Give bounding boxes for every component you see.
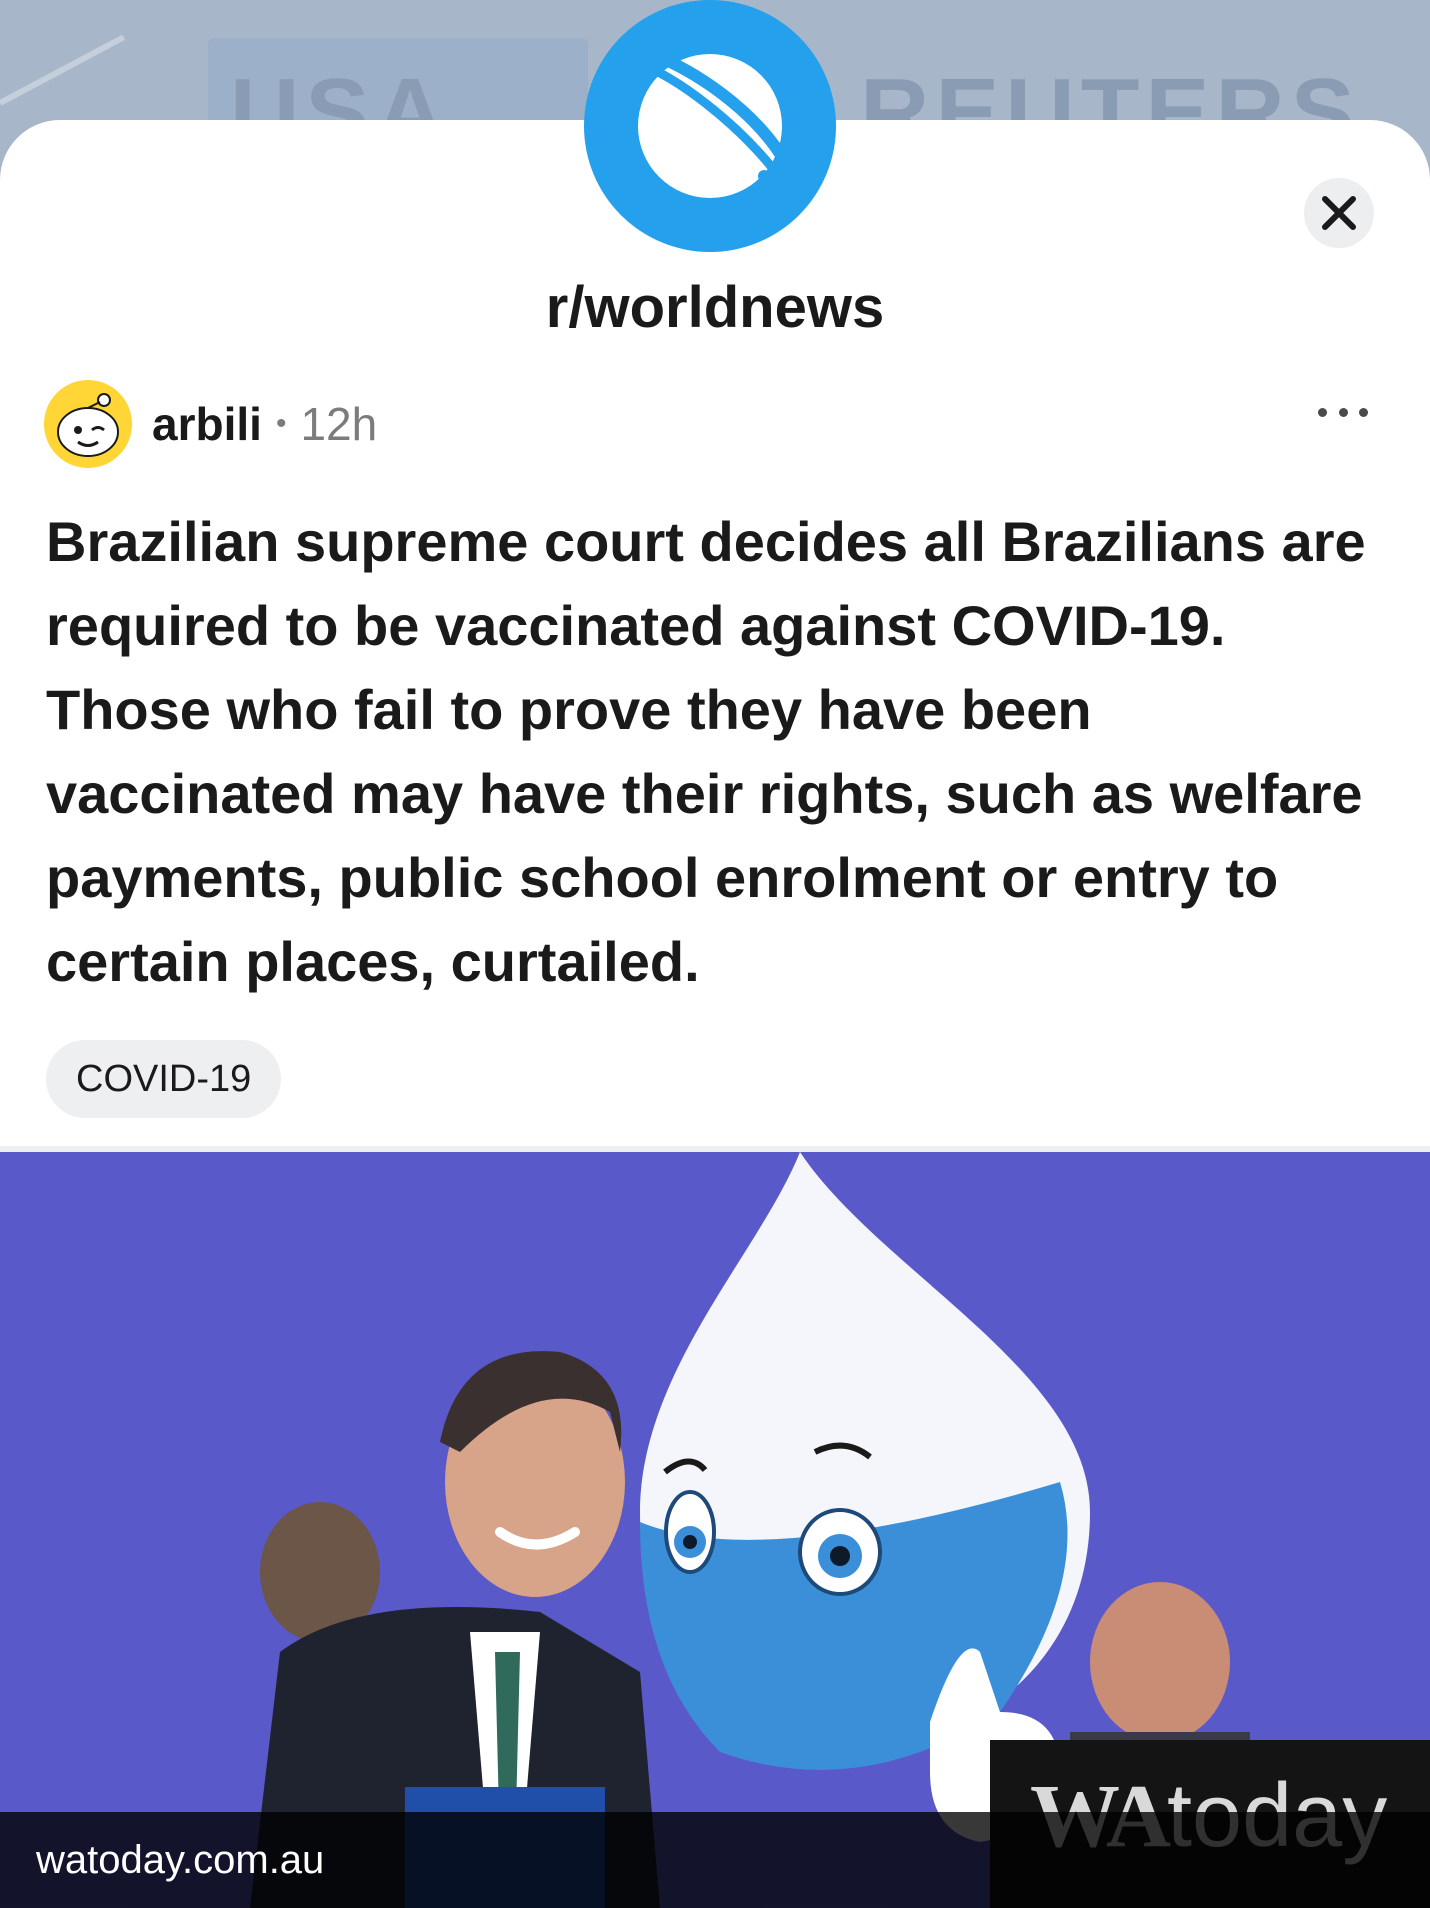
link-domain[interactable]: watoday.com.au xyxy=(36,1812,324,1908)
close-icon xyxy=(1322,196,1356,230)
post-flair[interactable]: COVID-19 xyxy=(46,1040,282,1118)
planet-icon[interactable] xyxy=(584,0,836,252)
meta-separator: • xyxy=(275,407,287,440)
post-meta: arbili • 12h xyxy=(152,394,377,454)
more-options-icon[interactable] xyxy=(1318,392,1368,432)
post-age: 12h xyxy=(300,398,378,450)
post-title[interactable]: Brazilian supreme court decides all Braz… xyxy=(46,500,1396,1004)
author-username[interactable]: arbili xyxy=(152,397,262,451)
close-button[interactable] xyxy=(1304,178,1374,248)
snoo-avatar-icon[interactable] xyxy=(44,380,132,468)
link-source-bar[interactable]: watoday.com.au xyxy=(0,1812,1430,1908)
background-decoration xyxy=(0,34,126,106)
subreddit-name[interactable]: r/worldnews xyxy=(0,274,1430,341)
